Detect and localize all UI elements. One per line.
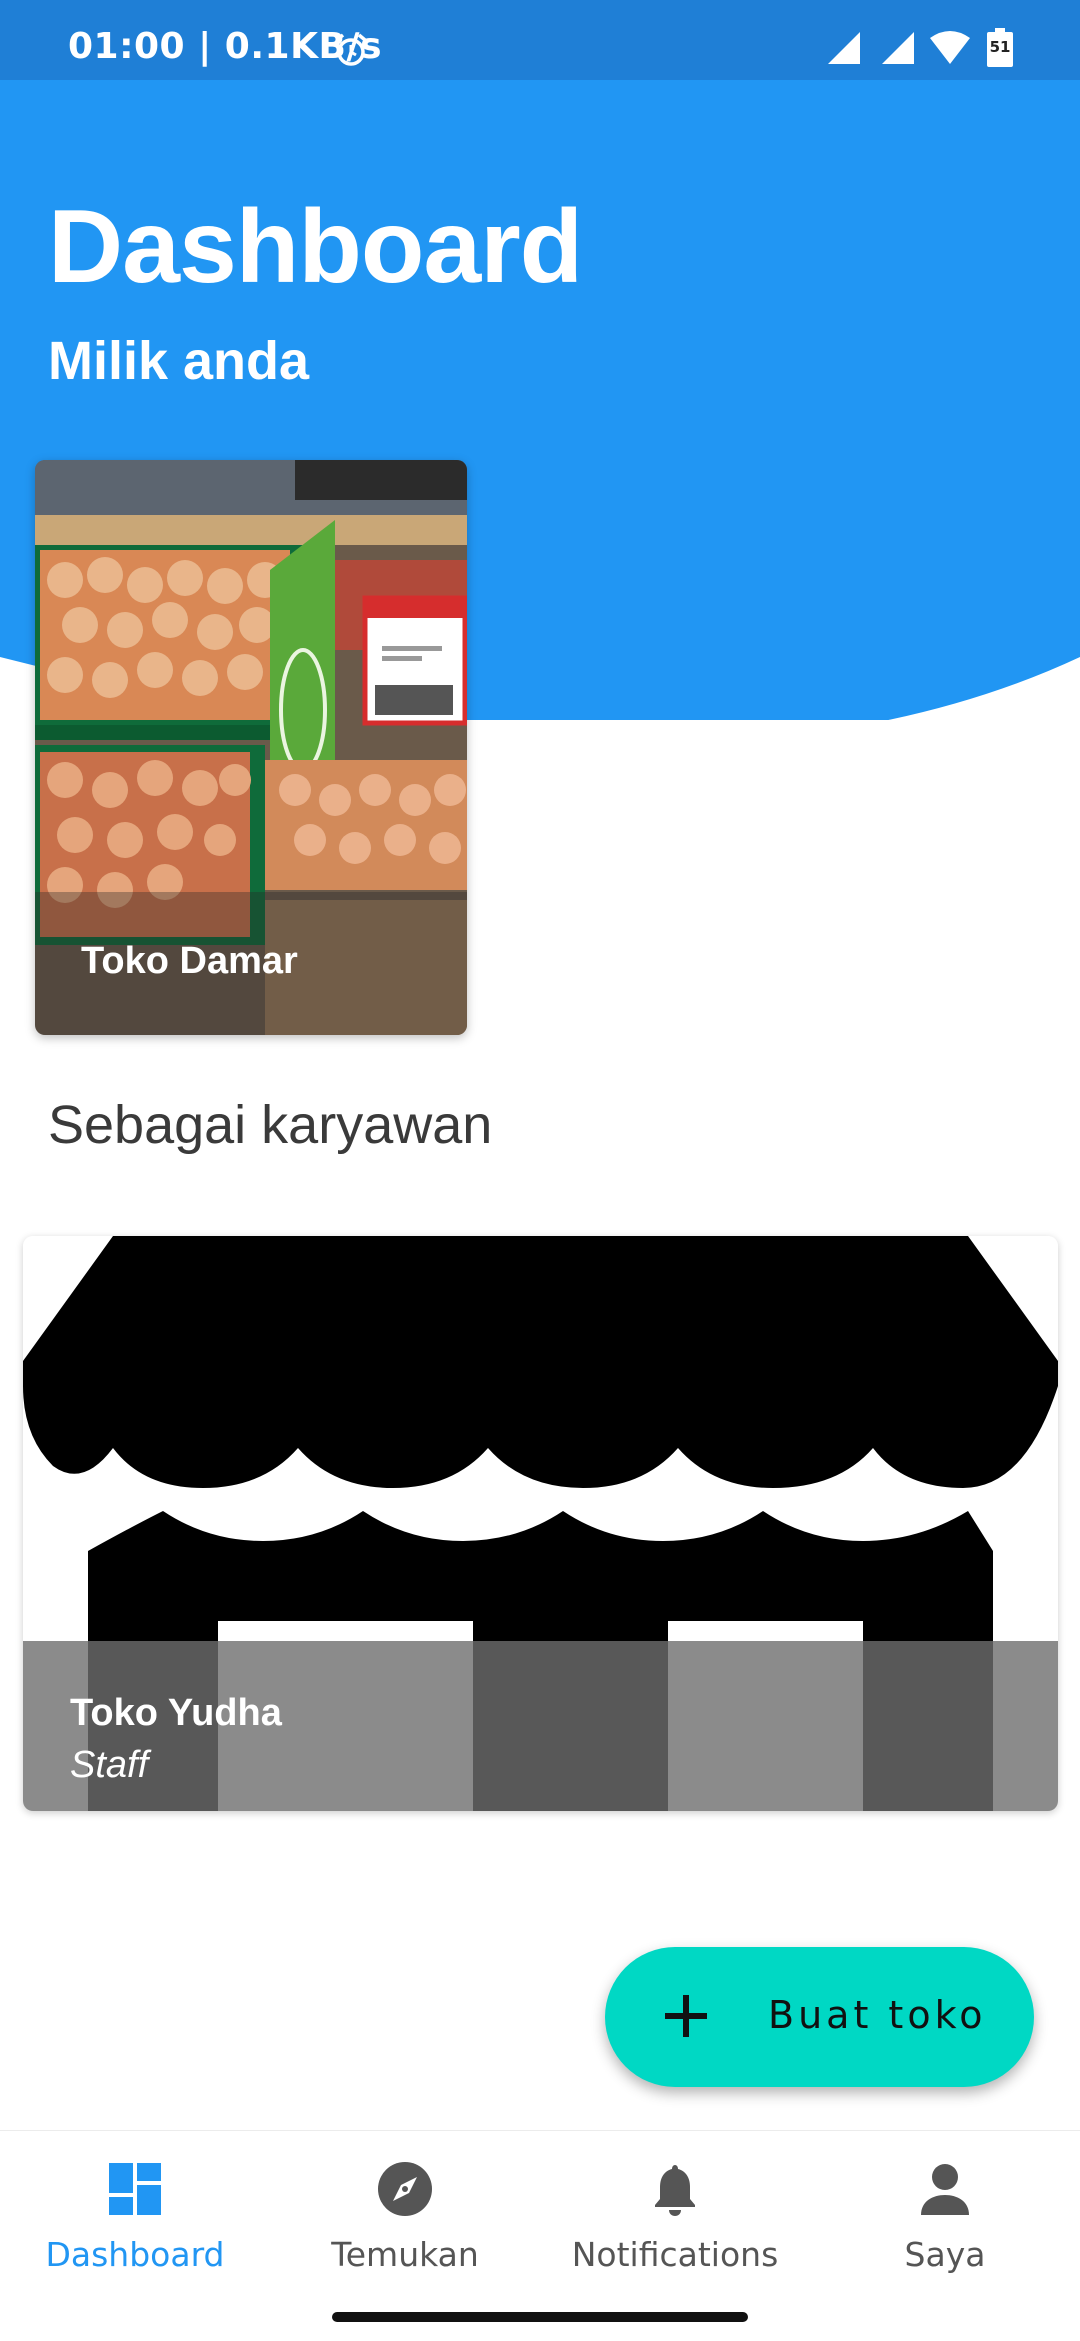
employee-section-title: Sebagai karyawan	[48, 1095, 493, 1155]
battery-level: 51	[989, 38, 1011, 56]
store-name: Toko Damar	[81, 940, 298, 982]
bell-icon	[655, 2165, 695, 2216]
store-card-owned[interactable]: Toko Damar	[35, 460, 467, 1035]
battery-icon: 51	[986, 28, 1014, 68]
owned-section-title: Milik anda	[48, 331, 310, 391]
create-store-label: Buat toko	[768, 1993, 987, 2037]
status-bar: 01:00 | 0.1KB/s 51	[0, 0, 1080, 80]
store-name: Toko Yudha	[70, 1692, 282, 1734]
nav-label: Saya	[904, 2235, 986, 2274]
create-store-button[interactable]: Buat toko	[605, 1947, 1034, 2087]
nav-label: Temukan	[331, 2235, 479, 2274]
nav-item-dashboard[interactable]: Dashboard	[0, 2131, 270, 2301]
nav-item-saya[interactable]: Saya	[810, 2131, 1080, 2301]
bottom-navigation: Dashboard Temukan Notifications Saya	[0, 2130, 1080, 2341]
nav-label: Notifications	[571, 2235, 779, 2274]
store-card-employee[interactable]: Toko Yudha Staff	[23, 1236, 1058, 1811]
alarm-icon	[335, 33, 367, 66]
nav-item-temukan[interactable]: Temukan	[270, 2131, 540, 2301]
person-icon	[921, 2164, 969, 2215]
page-title: Dashboard	[48, 189, 583, 305]
signal-icon	[828, 32, 860, 64]
wifi-icon	[930, 31, 970, 64]
signal-icon	[882, 32, 914, 64]
store-role: Staff	[70, 1744, 149, 1786]
compass-icon	[378, 2162, 432, 2216]
plus-icon	[665, 1995, 707, 2037]
dashboard-icon	[109, 2163, 161, 2215]
home-indicator[interactable]	[332, 2312, 748, 2322]
nav-item-notifications[interactable]: Notifications	[540, 2131, 810, 2301]
nav-label: Dashboard	[45, 2235, 225, 2274]
